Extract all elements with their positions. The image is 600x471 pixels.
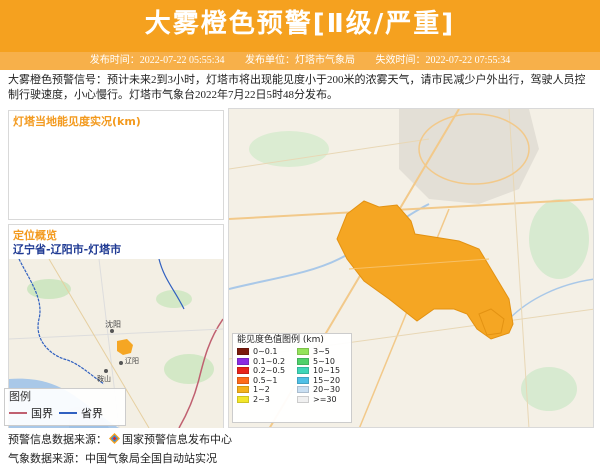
warning-source-value[interactable]: 国家预警信息发布中心 bbox=[122, 434, 232, 446]
legend-national-border: 国界 bbox=[9, 405, 53, 421]
warning-banner: 大雾橙色预警[Ⅱ级/严重] bbox=[0, 0, 600, 52]
legend-item-3: 5~10 bbox=[297, 357, 357, 367]
expire-time: 失效时间：2022-07-22 07:55:34 bbox=[375, 55, 511, 66]
city-label-anshan: 鞍山 bbox=[97, 374, 111, 383]
publisher: 发布单位：灯塔市气象局 bbox=[245, 55, 355, 66]
visibility-panel: 灯塔当地能见度实况(km) bbox=[8, 110, 224, 220]
legend-province-border: 省界 bbox=[59, 405, 103, 421]
visibility-color-legend: 能见度色值图例 (km) 0~0.1 3~5 0.1~0.2 5~10 0.2~… bbox=[232, 333, 352, 423]
legend-item-9: 20~30 bbox=[297, 385, 357, 395]
warning-center-logo-icon bbox=[109, 433, 120, 444]
boundary-legend-title: 图例 bbox=[9, 390, 31, 403]
legend-item-2: 0.1~0.2 bbox=[237, 357, 297, 367]
weather-source-line: 气象数据来源：中国气象局全国自动站实况 bbox=[8, 451, 217, 467]
city-label-shenyang: 沈阳 bbox=[105, 319, 121, 329]
boundary-legend: 图例 国界 省界 bbox=[4, 388, 126, 426]
legend-item-10: 2~3 bbox=[237, 395, 297, 405]
warning-title: 大雾橙色预警[Ⅱ级/严重] bbox=[144, 9, 456, 39]
location-panel-title: 定位概览 bbox=[13, 229, 57, 242]
legend-item-6: 0.5~1 bbox=[237, 376, 297, 386]
legend-item-5: 10~15 bbox=[297, 366, 357, 376]
legend-item-11: >=30 bbox=[297, 395, 357, 405]
weather-source-label: 气象数据来源： bbox=[8, 453, 85, 465]
location-region-path: 辽宁省-辽阳市-灯塔市 bbox=[13, 243, 122, 256]
legend-item-7: 15~20 bbox=[297, 376, 357, 386]
warning-source-line: 预警信息数据来源： 国家预警信息发布中心 bbox=[8, 432, 232, 448]
legend-item-8: 1~2 bbox=[237, 385, 297, 395]
publish-time: 发布时间：2022-07-22 05:55:34 bbox=[89, 55, 225, 66]
legend-item-0: 0~0.1 bbox=[237, 347, 297, 357]
warning-source-label: 预警信息数据来源： bbox=[8, 434, 107, 446]
weather-source-value: 中国气象局全国自动站实况 bbox=[85, 453, 217, 465]
city-label-liaoyang: 辽阳 bbox=[125, 356, 139, 365]
visibility-panel-title: 灯塔当地能见度实况(km) bbox=[13, 115, 141, 128]
visibility-legend-title: 能见度色值图例 (km) bbox=[237, 335, 324, 345]
legend-item-1: 3~5 bbox=[297, 347, 357, 357]
warning-meta-bar: 发布时间：2022-07-22 05:55:34 发布单位：灯塔市气象局 失效时… bbox=[0, 52, 600, 70]
warning-description: 大雾橙色预警信号：预计未来2到3小时，灯塔市将出现能见度小于200米的浓雾天气，… bbox=[8, 74, 586, 101]
legend-item-4: 0.2~0.5 bbox=[237, 366, 297, 376]
